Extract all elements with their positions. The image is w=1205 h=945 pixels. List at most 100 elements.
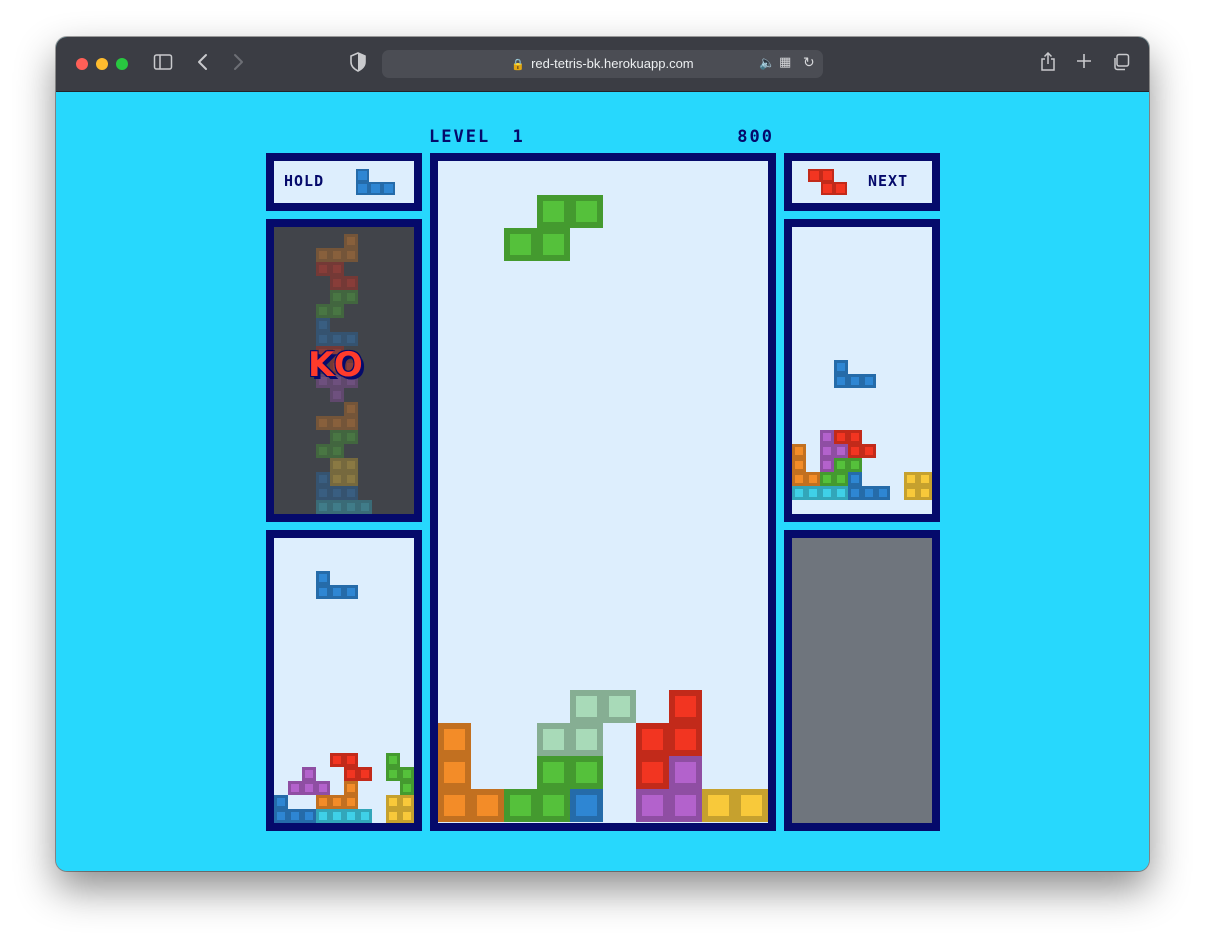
- sidebar-icon[interactable]: [153, 53, 173, 76]
- next-piece-cell: [808, 169, 821, 182]
- opponent-cell: [316, 809, 330, 823]
- opponent-cell: [344, 458, 358, 472]
- close-window-button[interactable]: [76, 58, 88, 70]
- plus-icon[interactable]: [1076, 53, 1092, 74]
- opponent-cell: [330, 276, 344, 290]
- opponent-cell: [330, 753, 344, 767]
- opponent-cell: [330, 290, 344, 304]
- opponent-cell: [344, 809, 358, 823]
- opponent-cell: [792, 458, 806, 472]
- opponent-cell: [834, 486, 848, 500]
- opponent-cell: [848, 486, 862, 500]
- opponent-cell: [358, 809, 372, 823]
- opponent-cell: [330, 458, 344, 472]
- opponent-cell: [302, 781, 316, 795]
- opponent-cell: [316, 500, 330, 514]
- minimize-window-button[interactable]: [96, 58, 108, 70]
- address-bar[interactable]: 🔒 red-tetris-bk.herokuapp.com 🔈 ▦ ↻: [382, 50, 823, 78]
- opponent-cell: [344, 585, 358, 599]
- opponent-cell: [330, 472, 344, 486]
- opponent-cell: [806, 472, 820, 486]
- opponent-grid-left-bottom: [274, 571, 414, 823]
- zoom-window-button[interactable]: [116, 58, 128, 70]
- opponent-cell: [820, 486, 834, 500]
- opponent-cell: [344, 234, 358, 248]
- score: 800: [737, 127, 774, 147]
- reload-icon[interactable]: ↻: [803, 55, 815, 71]
- opponent-cell: [344, 332, 358, 346]
- back-icon[interactable]: [196, 53, 210, 76]
- opponent-cell: [316, 416, 330, 430]
- opponent-cell: [834, 444, 848, 458]
- board-cell: [504, 789, 537, 822]
- opponent-cell: [386, 795, 400, 809]
- board-cell: [504, 228, 537, 261]
- opponent-cell: [806, 486, 820, 500]
- opponent-cell: [330, 262, 344, 276]
- opponent-cell: [316, 304, 330, 318]
- opponent-cell: [330, 416, 344, 430]
- opponent-cell: [918, 486, 932, 500]
- board-cell: [636, 756, 669, 789]
- opponent-cell: [316, 444, 330, 458]
- browser-window: 🔒 red-tetris-bk.herokuapp.com 🔈 ▦ ↻ LEVEL…: [56, 37, 1149, 871]
- opponent-cell: [302, 809, 316, 823]
- main-board: [430, 153, 776, 831]
- opponent-grid-right-bottom: [792, 538, 932, 823]
- board-cell: [636, 723, 669, 756]
- opponent-board-right-top: [784, 219, 940, 522]
- translate-icon[interactable]: ▦: [779, 55, 791, 70]
- next-panel: NEXT: [784, 153, 940, 211]
- opponent-cell: [316, 781, 330, 795]
- opponent-cell: [820, 444, 834, 458]
- level-indicator: LEVEL 1: [429, 127, 525, 147]
- board-cell: [669, 789, 702, 822]
- board-cell: [570, 789, 603, 822]
- opponent-cell: [820, 458, 834, 472]
- opponent-board-left-top: KO: [266, 219, 422, 522]
- board-cell: [570, 690, 603, 723]
- opponent-cell: [358, 500, 372, 514]
- opponent-cell: [862, 374, 876, 388]
- opponent-cell: [288, 781, 302, 795]
- opponent-cell: [848, 444, 862, 458]
- opponent-cell: [792, 486, 806, 500]
- opponent-cell: [820, 472, 834, 486]
- opponent-cell: [330, 795, 344, 809]
- shield-icon[interactable]: [350, 52, 366, 77]
- opponent-cell: [344, 753, 358, 767]
- opponent-grid-right-top: [792, 360, 932, 500]
- tabs-icon[interactable]: [1112, 53, 1130, 76]
- opponent-cell: [848, 430, 862, 444]
- speaker-icon[interactable]: 🔈: [759, 56, 775, 71]
- main-board-grid: [438, 195, 768, 822]
- board-cell: [735, 789, 768, 822]
- opponent-cell: [316, 262, 330, 276]
- opponent-cell: [330, 304, 344, 318]
- opponent-cell: [274, 809, 288, 823]
- opponent-cell: [344, 430, 358, 444]
- board-cell: [438, 756, 471, 789]
- forward-icon[interactable]: [231, 53, 245, 76]
- opponent-cell: [792, 444, 806, 458]
- level-label: LEVEL: [429, 127, 491, 147]
- opponent-cell: [344, 781, 358, 795]
- opponent-cell: [316, 571, 330, 585]
- board-cell: [537, 789, 570, 822]
- opponent-cell: [834, 472, 848, 486]
- opponent-cell: [316, 248, 330, 262]
- board-cell: [669, 690, 702, 723]
- opponent-cell: [344, 248, 358, 262]
- opponent-cell: [904, 472, 918, 486]
- opponent-cell: [344, 402, 358, 416]
- opponent-cell: [330, 248, 344, 262]
- opponent-cell: [316, 318, 330, 332]
- opponent-cell: [344, 500, 358, 514]
- board-cell: [570, 723, 603, 756]
- opponent-cell: [792, 472, 806, 486]
- opponent-cell: [344, 486, 358, 500]
- share-icon[interactable]: [1040, 51, 1056, 77]
- board-cell: [702, 789, 735, 822]
- opponent-cell: [344, 795, 358, 809]
- opponent-cell: [400, 809, 414, 823]
